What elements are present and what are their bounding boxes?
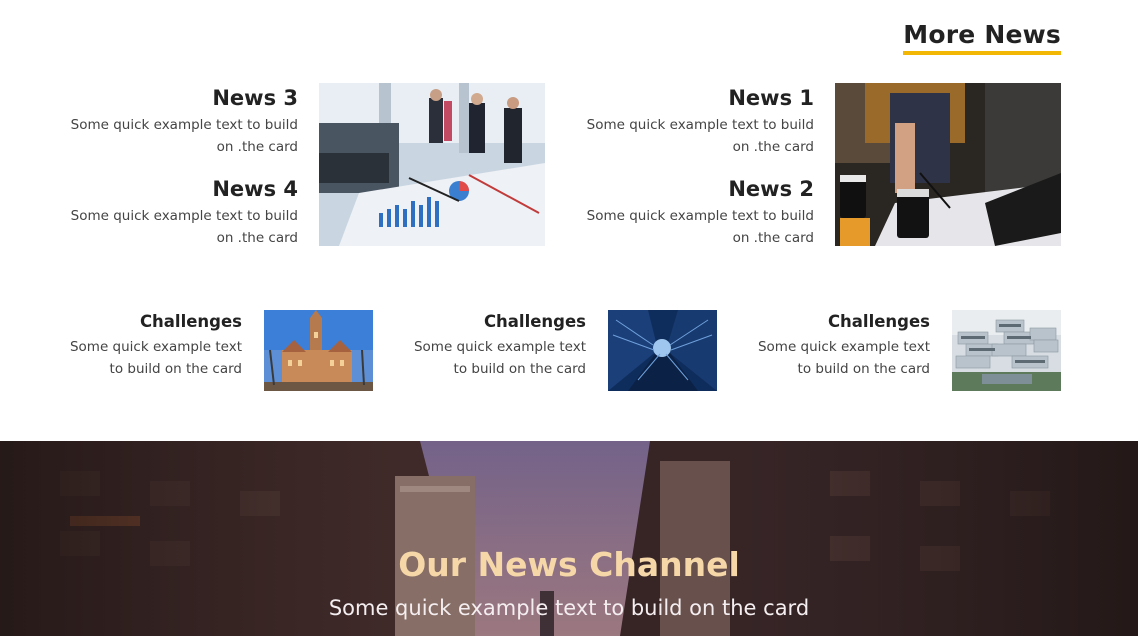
challenge-title[interactable]: Challenges <box>750 310 930 334</box>
banner-subtitle: Some quick example text to build on the … <box>328 596 810 620</box>
news-text: Some quick example text to build on .the… <box>586 208 814 246</box>
challenge-card-1[interactable]: Challenges Some quick example text to bu… <box>62 310 242 380</box>
business-meeting-charts-image[interactable] <box>319 83 545 246</box>
news-title[interactable]: News 4 <box>58 175 298 203</box>
news-card-4[interactable]: News 4 Some quick example text to build … <box>58 175 298 249</box>
news-card-2[interactable]: News 2 Some quick example text to build … <box>574 175 814 249</box>
news-text: Some quick example text to build on .the… <box>70 208 298 246</box>
challenge-card-3[interactable]: Challenges Some quick example text to bu… <box>750 310 930 380</box>
challenge-text: Some quick example text to build on the … <box>413 339 586 377</box>
news-title[interactable]: News 3 <box>58 84 298 112</box>
skyscrapers-upward-image[interactable] <box>608 310 717 391</box>
challenge-title[interactable]: Challenges <box>406 310 586 334</box>
business-pointing-laptop-image[interactable] <box>835 83 1061 246</box>
news-text: Some quick example text to build on .the… <box>70 117 298 155</box>
modern-stacked-building-image[interactable] <box>952 310 1061 391</box>
news-title[interactable]: News 1 <box>574 84 814 112</box>
banner-title: Our News Channel <box>398 545 740 584</box>
news-card-3[interactable]: News 3 Some quick example text to build … <box>58 84 298 158</box>
news-card-1[interactable]: News 1 Some quick example text to build … <box>574 84 814 158</box>
gothic-building-image[interactable] <box>264 310 373 391</box>
news-title[interactable]: News 2 <box>574 175 814 203</box>
challenge-card-2[interactable]: Challenges Some quick example text to bu… <box>406 310 586 380</box>
challenge-title[interactable]: Challenges <box>62 310 242 334</box>
challenge-text: Some quick example text to build on the … <box>69 339 242 377</box>
challenge-text: Some quick example text to build on the … <box>757 339 930 377</box>
more-news-heading: More News <box>903 20 1061 55</box>
news-channel-banner: Our News Channel Some quick example text… <box>0 441 1138 636</box>
news-text: Some quick example text to build on .the… <box>586 117 814 155</box>
